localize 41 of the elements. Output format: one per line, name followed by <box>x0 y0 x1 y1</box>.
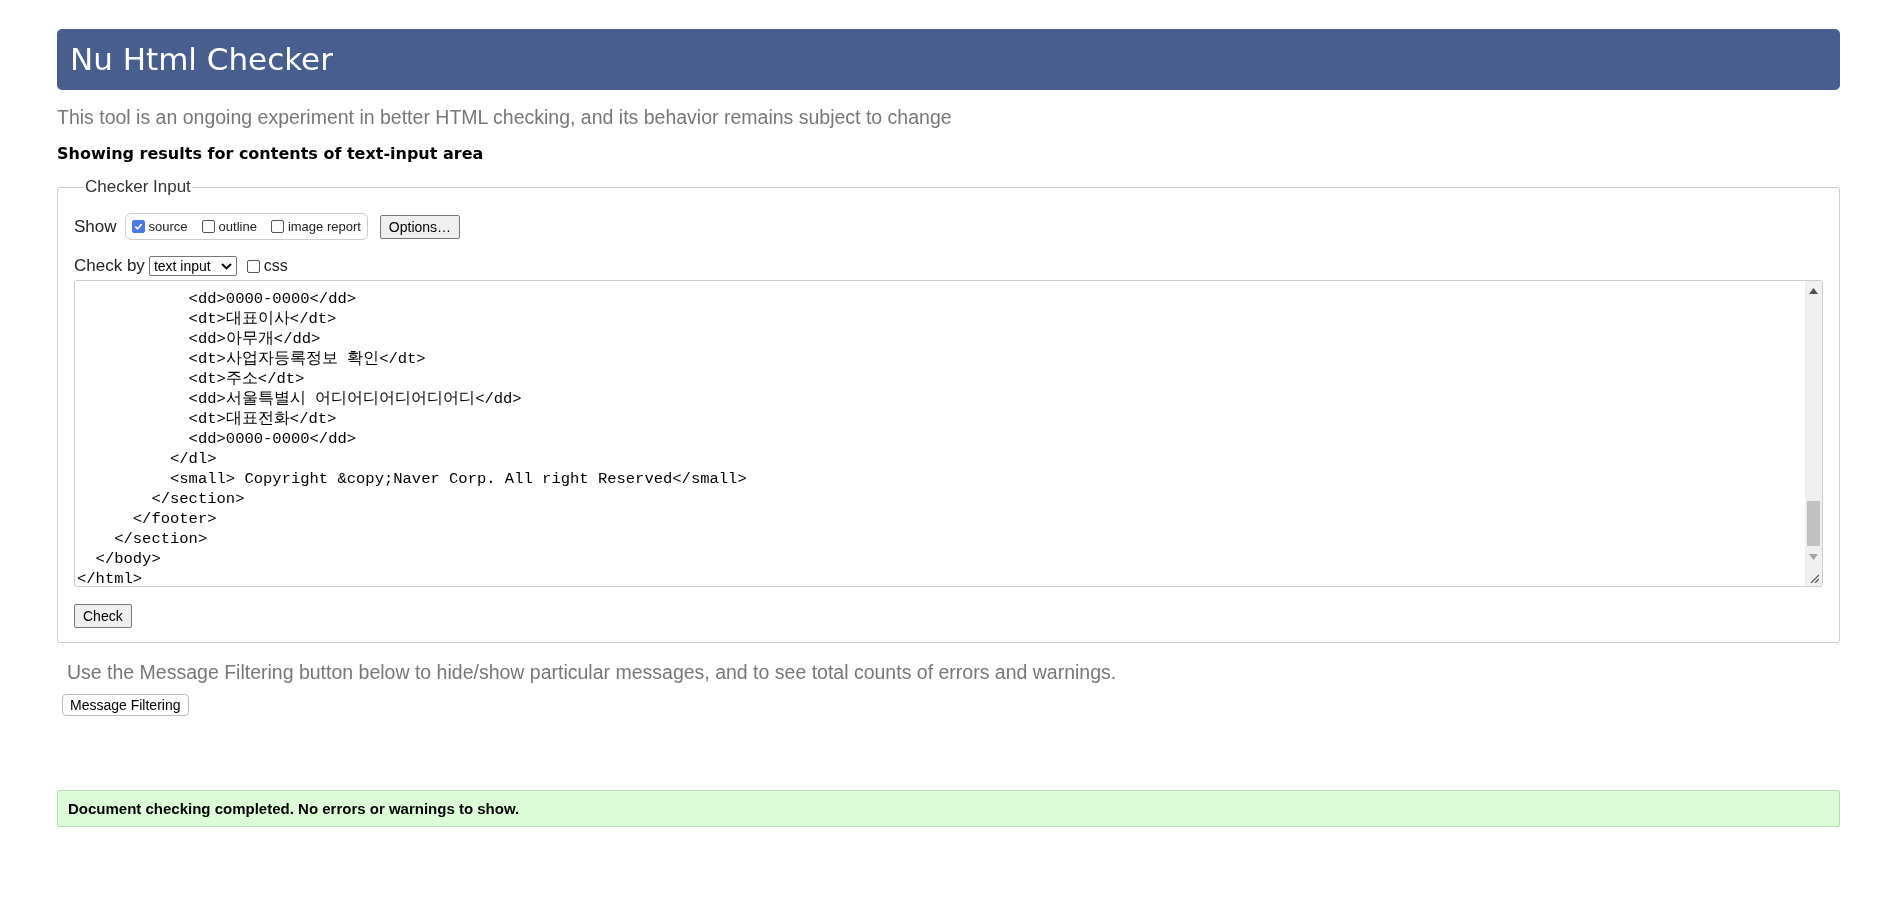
code-line: </html> <box>77 569 143 586</box>
checkbox[interactable] <box>246 259 260 273</box>
scroll-up-icon[interactable] <box>1809 288 1818 294</box>
code-line: <dd>서울특별시 어디어디어디어디어디</dd> <box>187 389 522 409</box>
resize-grip-icon[interactable] <box>1810 574 1819 583</box>
code-line: <dt>사업자등록정보 확인</dt> <box>187 349 426 369</box>
fieldset-legend: Checker Input <box>84 177 192 197</box>
code-line: <small> Copyright &copy;Naver Corp. All right Reserved</small> <box>169 469 747 489</box>
code-line: </section> <box>113 529 208 549</box>
filter-hint-text: Use the Message Filtering button below to hide/show particular messages, and to see total counts of errors and warnings. <box>67 661 1118 684</box>
checkbox[interactable] <box>201 220 215 233</box>
checkbox-label[interactable]: source <box>148 219 188 234</box>
code-line: </body> <box>94 549 161 569</box>
code-line: <dd>아무개</dd> <box>187 329 321 349</box>
checkbox[interactable] <box>131 220 145 233</box>
checkbox[interactable] <box>270 220 284 233</box>
checkbox-label[interactable]: outline <box>218 219 257 234</box>
scrollbar-thumb[interactable] <box>1807 501 1820 546</box>
code-line: </footer> <box>131 509 217 529</box>
check-button[interactable]: Check <box>74 604 132 628</box>
code-line: <dd>0000-0000</dd> <box>187 429 357 449</box>
check-by-dropdown[interactable]: text input <box>148 256 237 276</box>
code-line: </section> <box>150 489 245 509</box>
code-line: </dl> <box>169 449 217 469</box>
checkbox-label[interactable]: image report <box>287 219 361 234</box>
success-message: Document checking completed. No errors or warnings to show. <box>57 790 1840 827</box>
options-button[interactable]: Options… <box>379 214 461 239</box>
source-input-field[interactable] <box>74 280 1823 587</box>
check-by-label: Check by <box>74 256 145 276</box>
checkbox-label[interactable]: css <box>263 257 288 275</box>
scrollbar[interactable] <box>1805 281 1822 586</box>
code-line: <dd>0000-0000</dd> <box>187 289 357 309</box>
show-label: Show <box>74 216 117 237</box>
code-line: <dt>주소</dt> <box>187 369 305 389</box>
page-title: Nu Html Checker <box>57 29 1840 90</box>
chevron-down-icon <box>220 262 232 270</box>
intro-text: This tool is an ongoing experiment in better HTML checking, and its behavior remains subject to change <box>57 106 953 129</box>
code-line: <dt>대표이사</dt> <box>187 309 337 329</box>
code-line: <dt>대표전화</dt> <box>187 409 337 429</box>
results-heading: Showing results for contents of text-input area <box>57 144 485 163</box>
message-filtering-button[interactable]: Message Filtering <box>62 694 189 716</box>
